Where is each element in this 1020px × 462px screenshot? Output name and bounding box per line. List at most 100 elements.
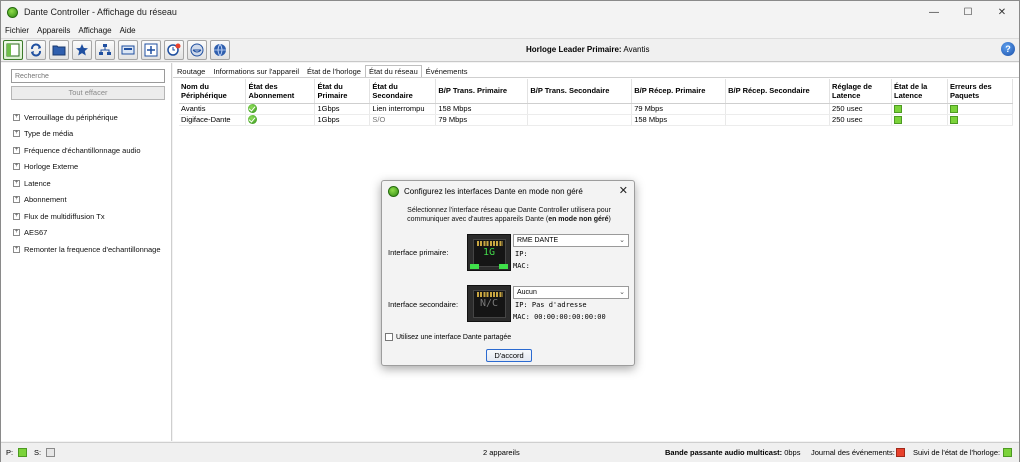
clock-leader-info: Horloge Leader Primaire: Avantis — [526, 45, 649, 54]
tx-secondary-cell — [527, 103, 633, 115]
filter-item[interactable]: + Latence — [13, 175, 161, 192]
dialog-close-button[interactable]: ✕ — [619, 184, 628, 197]
refresh-button[interactable] — [26, 40, 46, 60]
window-controls: — ☐ ✕ — [917, 1, 1019, 23]
event-log-indicator[interactable] — [896, 448, 905, 457]
menu-aide[interactable]: Aide — [120, 26, 136, 35]
table-row[interactable]: Avantis 1Gbps Lien interrompu 158 Mbps 7… — [179, 103, 1014, 115]
expand-icon[interactable]: + — [13, 229, 20, 237]
menu-appareils[interactable]: Appareils — [37, 26, 70, 35]
device-name-cell[interactable]: Avantis — [179, 103, 247, 115]
packet-errors-indicator[interactable] — [949, 105, 958, 113]
secondary-interface-label: Interface secondaire: — [388, 300, 459, 309]
clock-monitor-label: Suivi de l'état de l'horloge: — [913, 448, 1001, 457]
filter-item[interactable]: + Flux de multidiffusion Tx — [13, 208, 161, 225]
search-input[interactable] — [11, 69, 165, 83]
column-header[interactable]: B/P Récep. Secondaire — [725, 79, 831, 104]
column-header[interactable]: B/P Trans. Primaire — [435, 79, 529, 104]
primary-port-icon: 1G — [467, 234, 511, 271]
packet-errors-cell[interactable] — [947, 114, 1014, 126]
device-count: 2 appareils — [483, 448, 520, 457]
filter-item[interactable]: + Horloge Externe — [13, 159, 161, 176]
primary-status-cell: 1Gbps — [314, 103, 371, 115]
check-ok-icon — [248, 115, 258, 125]
tab-clock-status[interactable]: État de l'horloge — [303, 65, 365, 77]
minimize-button[interactable]: — — [917, 1, 951, 23]
shared-interface-option[interactable]: Utilisez une interface Dante partagée — [385, 333, 511, 341]
packet-errors-cell[interactable] — [947, 103, 1014, 115]
clear-all-button[interactable]: Tout effacer — [11, 86, 165, 100]
expand-icon[interactable]: + — [13, 130, 20, 138]
dialog-header: Configurez les interfaces Dante en mode … — [388, 186, 583, 197]
tx-primary-cell: 79 Mbps — [435, 114, 529, 126]
network-tree-button[interactable] — [95, 40, 115, 60]
rx-secondary-cell — [725, 114, 831, 126]
ok-button[interactable]: D'accord — [486, 349, 532, 362]
column-header[interactable]: État du Secondaire — [369, 79, 437, 104]
packet-errors-indicator[interactable] — [949, 116, 958, 124]
filter-item[interactable]: + Verrouillage du périphérique — [13, 109, 161, 126]
latency-status-cell[interactable] — [891, 103, 948, 115]
filter-label: Remonter la frequence d'echantillonnage — [24, 244, 161, 254]
latency-setting-cell: 250 usec — [829, 103, 892, 115]
device-name-cell[interactable]: Digiface-Dante — [179, 114, 247, 126]
latency-ok-indicator[interactable] — [894, 105, 902, 113]
help-button[interactable]: ? — [1001, 42, 1015, 56]
tab-network-status[interactable]: État du réseau — [364, 65, 422, 77]
maximize-button[interactable]: ☐ — [951, 1, 985, 23]
add-device-button[interactable] — [141, 40, 161, 60]
tab-bar: Routage Informations sur l'appareil État… — [173, 65, 471, 77]
desc-end: ) — [608, 216, 611, 223]
expand-icon[interactable]: + — [13, 179, 20, 187]
filter-item[interactable]: + Remonter la frequence d'echantillonnage — [13, 241, 161, 258]
filter-item[interactable]: + AES67 — [13, 225, 161, 242]
clock-status-button[interactable] — [164, 40, 184, 60]
tab-device-info[interactable]: Informations sur l'appareil — [209, 65, 303, 77]
primary-interface-select[interactable]: RME DANTE ⌄ — [513, 234, 629, 247]
refresh-icon — [31, 43, 41, 57]
column-header[interactable]: Nom du Périphérique — [179, 79, 247, 104]
filter-item[interactable]: + Type de média — [13, 126, 161, 143]
domain-manager-button[interactable] — [210, 40, 230, 60]
filter-item[interactable]: + Abonnement — [13, 192, 161, 209]
favorites-button[interactable] — [72, 40, 92, 60]
column-header[interactable]: État des Abonnement — [245, 79, 316, 104]
dante-logo-icon — [388, 186, 399, 197]
mail-icon — [190, 43, 204, 57]
tab-events[interactable]: Événements — [422, 65, 472, 77]
table-row[interactable]: Digiface-Dante 1Gbps S/O 79 Mbps 158 Mbp… — [179, 114, 1014, 126]
toolbar — [1, 38, 1019, 62]
latency-ok-indicator[interactable] — [894, 116, 902, 124]
column-header[interactable]: Réglage de Latence — [829, 79, 892, 104]
tab-routing[interactable]: Routage — [173, 65, 209, 77]
close-window-button[interactable]: ✕ — [985, 1, 1019, 23]
menu-fichier[interactable]: Fichier — [5, 26, 29, 35]
column-header[interactable]: B/P Trans. Secondaire — [527, 79, 633, 104]
sidebar-toggle-button[interactable] — [3, 40, 23, 60]
filter-label: Flux de multidiffusion Tx — [24, 211, 105, 221]
expand-icon[interactable]: + — [13, 113, 20, 121]
column-header[interactable]: B/P Récep. Primaire — [631, 79, 727, 104]
tx-secondary-cell — [527, 114, 633, 126]
expand-icon[interactable]: + — [13, 212, 20, 220]
primary-select-value: RME DANTE — [517, 237, 559, 244]
expand-icon[interactable]: + — [13, 245, 20, 253]
menu-affichage[interactable]: Affichage — [78, 26, 111, 35]
latency-status-cell[interactable] — [891, 114, 948, 126]
shared-interface-checkbox[interactable] — [385, 333, 393, 341]
filter-label: AES67 — [24, 228, 48, 238]
filter-item[interactable]: + Fréquence d'échantillonnage audio — [13, 142, 161, 159]
expand-icon[interactable]: + — [13, 196, 20, 204]
column-header[interactable]: Erreurs des Paquets — [947, 79, 1014, 104]
filter-tree: + Verrouillage du périphérique + Type de m… — [13, 109, 161, 258]
expand-icon[interactable]: + — [13, 163, 20, 171]
secondary-interface-select[interactable]: Aucun ⌄ — [513, 286, 629, 299]
device-view-button[interactable] — [118, 40, 138, 60]
chevron-down-icon: ⌄ — [619, 289, 625, 296]
clock-monitor-indicator[interactable] — [1003, 448, 1012, 457]
events-button[interactable] — [187, 40, 207, 60]
column-header[interactable]: État du Primaire — [314, 79, 371, 104]
column-header[interactable]: État de la Latence — [891, 79, 948, 104]
open-folder-button[interactable] — [49, 40, 69, 60]
expand-icon[interactable]: + — [13, 146, 20, 154]
